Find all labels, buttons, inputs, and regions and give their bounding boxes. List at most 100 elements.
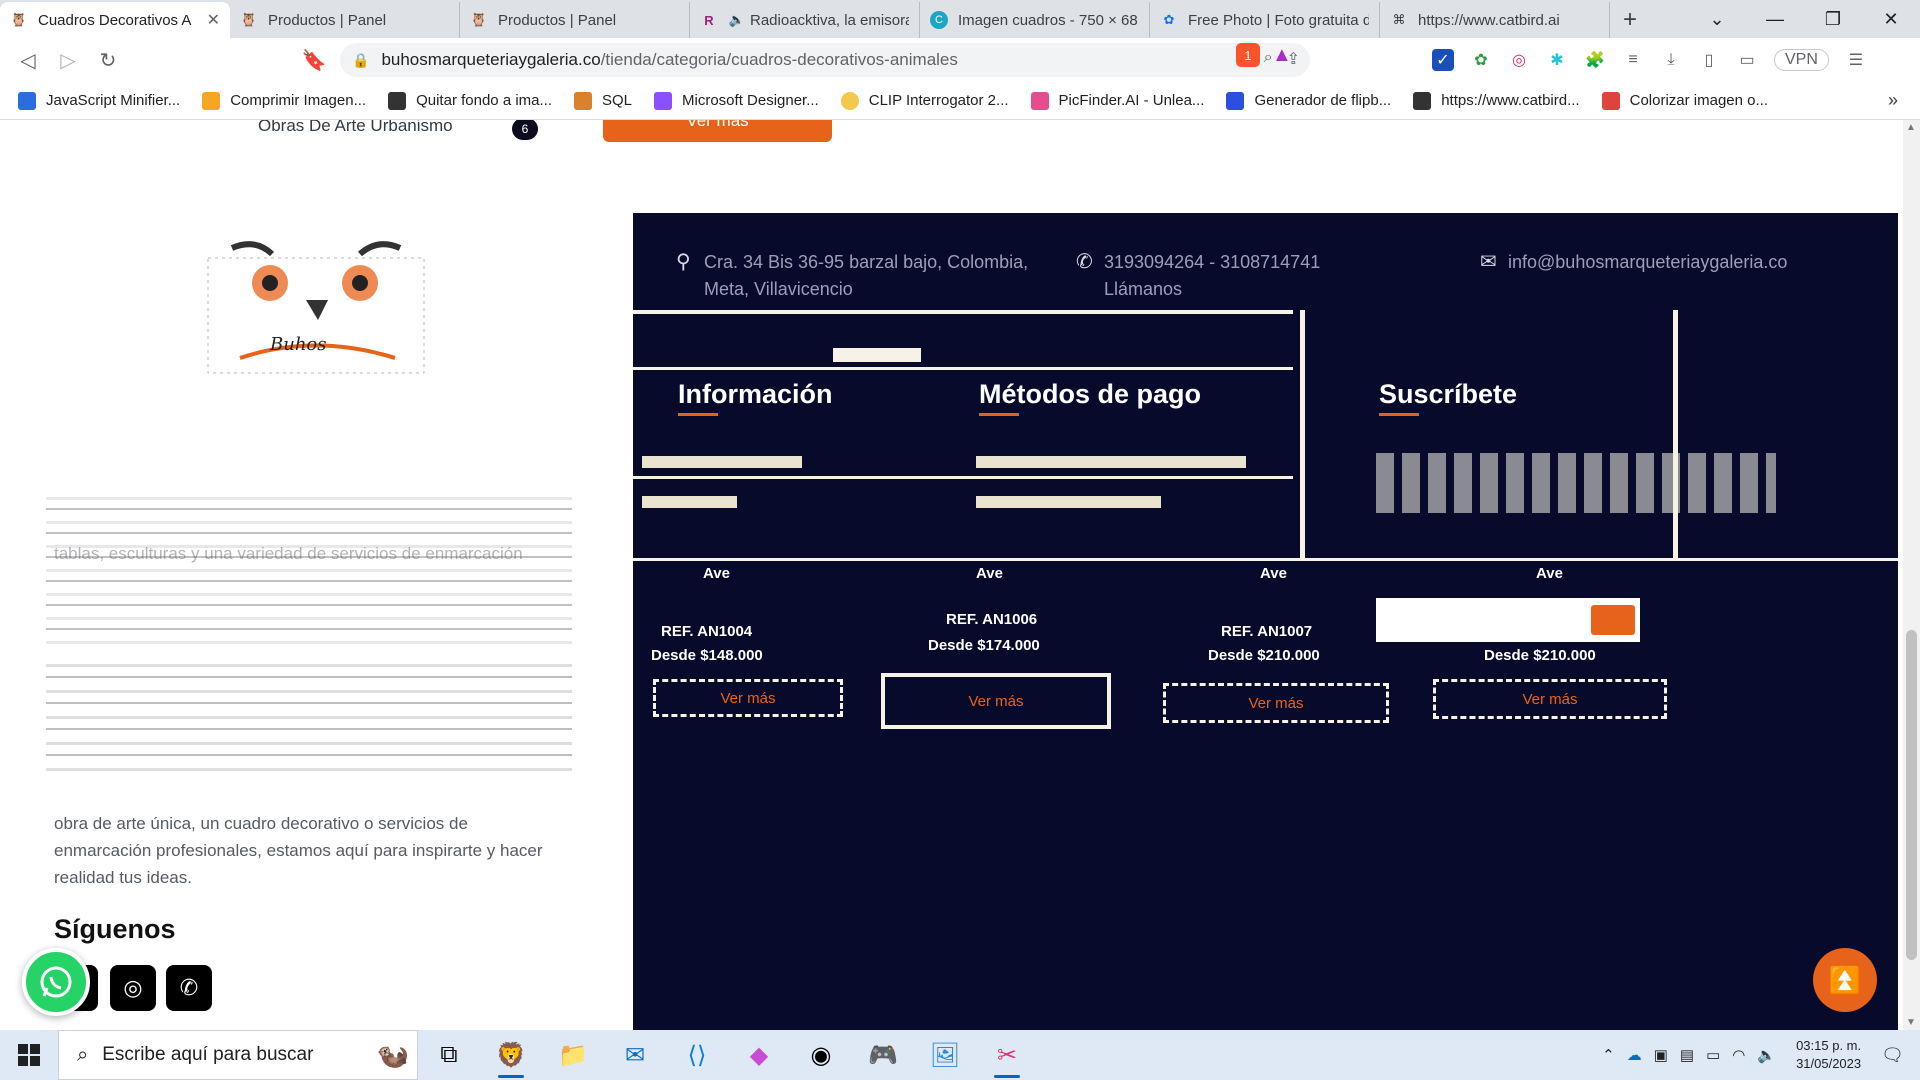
steam-button[interactable]: ◉ <box>790 1030 852 1080</box>
bookmark-item[interactable]: https://www.catbird... <box>1413 91 1580 110</box>
product-ver-mas-button[interactable]: Ver más <box>653 679 843 717</box>
glitch-block <box>1376 453 1776 513</box>
task-view-button[interactable]: ⧉ <box>418 1030 480 1080</box>
gift-extension-icon[interactable]: ✿ <box>1470 49 1492 71</box>
system-tray: ⌃ ☁ ▣ ▤ ▭ ◠ 🔈 03:15 p. m. 31/05/2023 🗨 <box>1596 1030 1920 1080</box>
back-button[interactable]: ◁ <box>8 42 48 78</box>
taskbar-search-box[interactable]: ⌕ Escribe aquí para buscar 🦦 <box>58 1030 418 1080</box>
product-ver-mas-button[interactable]: Ver más <box>1163 683 1389 723</box>
brave-rewards-icon[interactable]: ▲ <box>1272 44 1292 67</box>
speaker-icon[interactable]: 🔈 <box>728 11 746 29</box>
browser-tab[interactable]: ⌘ https://www.catbird.ai <box>1380 2 1610 38</box>
minimize-button[interactable]: — <box>1746 0 1804 38</box>
extensions-puzzle-icon[interactable]: 🧩 <box>1584 49 1606 71</box>
tab-search-icon[interactable]: ⌄ <box>1688 0 1746 38</box>
forward-button[interactable]: ▷ <box>48 42 88 78</box>
bookmarks-bar: JavaScript Minifier... Comprimir Imagen.… <box>0 82 1920 120</box>
wallet-icon[interactable]: ▭ <box>1736 49 1758 71</box>
follow-heading: Síguenos <box>54 914 176 944</box>
product-ver-mas-button[interactable]: Ver más <box>881 673 1111 729</box>
scroll-to-top-button[interactable]: ⏫ <box>1813 948 1877 1012</box>
more-bookmarks-icon[interactable]: » <box>1888 90 1898 111</box>
mail-button[interactable]: ✉ <box>604 1030 666 1080</box>
whatsapp-floating-button[interactable] <box>22 948 90 1016</box>
bookmark-favicon-icon <box>1413 91 1432 110</box>
sidebar-icon[interactable]: ▯ <box>1698 49 1720 71</box>
about-text-line: tablas, esculturas y una variedad de ser… <box>54 544 523 563</box>
browser-tab[interactable]: 🦉 Productos | Panel <box>230 2 460 38</box>
battery-icon[interactable]: ▭ <box>1706 1046 1720 1064</box>
tab-title: https://www.catbird.ai <box>1418 11 1560 29</box>
checkmark-extension-icon[interactable]: ✓ <box>1432 49 1454 71</box>
bookmark-icon[interactable]: 🔖 <box>294 42 334 78</box>
browser-tab[interactable]: R 🔈 Radioacktiva, la emisora <box>690 2 920 38</box>
whatsapp-social-button[interactable]: ✆ <box>166 965 212 1011</box>
menu-icon[interactable]: ☰ <box>1845 49 1867 71</box>
maximize-button[interactable]: ❐ <box>1804 0 1862 38</box>
glitch-block <box>976 496 1161 508</box>
bookmark-item[interactable]: PicFinder.AI - Unlea... <box>1030 91 1205 110</box>
device-icon[interactable]: ▣ <box>1654 1046 1668 1064</box>
git-app-button[interactable]: ◆ <box>728 1030 790 1080</box>
svg-text:Buhos: Buhos <box>269 334 327 355</box>
scrollbar-thumb[interactable] <box>1906 630 1917 960</box>
email-link[interactable]: info@buhosmarqueteriaygaleria.co <box>1508 249 1787 276</box>
lock-icon[interactable]: 🔒 <box>352 52 369 69</box>
phone-numbers[interactable]: 3193094264 - 3108714741 <box>1104 249 1320 276</box>
browser-tab[interactable]: 🦉 Productos | Panel <box>460 2 690 38</box>
puzzle-color-extension-icon[interactable]: ✱ <box>1546 49 1568 71</box>
phone-call-label: Llámanos <box>1104 279 1183 299</box>
browser-tab[interactable]: ✿ Free Photo | Foto gratuita d <box>1150 2 1380 38</box>
playlist-icon[interactable]: ≡ <box>1622 49 1644 71</box>
ver-mas-button[interactable]: Ver más <box>603 120 832 142</box>
reload-button[interactable]: ↻ <box>88 42 128 78</box>
brave-taskbar-button[interactable]: 🦁 <box>480 1030 542 1080</box>
address-bar[interactable]: 🔒 buhosmarqueteriaygaleria.co/tienda/cat… <box>340 43 1310 77</box>
bookmark-item[interactable]: CLIP Interrogator 2... <box>840 91 1009 110</box>
category-link[interactable]: Obras De Arte Urbanismo <box>258 120 453 136</box>
bookmark-label: PicFinder.AI - Unlea... <box>1058 92 1205 109</box>
notifications-icon[interactable]: 🗨 <box>1881 1045 1904 1066</box>
bookmark-item[interactable]: JavaScript Minifier... <box>18 91 180 110</box>
bookmark-item[interactable]: Comprimir Imagen... <box>202 91 366 110</box>
page-scrollbar[interactable]: ▲ ▼ <box>1903 120 1920 1030</box>
subscribe-send-button[interactable] <box>1591 605 1635 635</box>
bookmark-item[interactable]: Quitar fondo a ima... <box>388 91 552 110</box>
product-ref: REF. AN1007 <box>1221 623 1313 640</box>
browser-toolbar: ◁ ▷ ↻ 🔖 🔒 buhosmarqueteriaygaleria.co/ti… <box>0 38 1920 82</box>
show-hidden-icons-icon[interactable]: ⌃ <box>1602 1046 1615 1064</box>
scroll-down-arrow-icon[interactable]: ▼ <box>1906 1017 1916 1028</box>
vpn-button[interactable]: VPN <box>1774 49 1829 71</box>
photos-button[interactable]: 🖼 <box>914 1030 976 1080</box>
bookmark-item[interactable]: Generador de flipb... <box>1226 91 1391 110</box>
bookmark-item[interactable]: Colorizar imagen o... <box>1601 91 1768 110</box>
snipping-tool-button[interactable]: ✂ <box>976 1030 1038 1080</box>
close-tab-icon[interactable]: ✕ <box>207 10 220 30</box>
start-button[interactable] <box>0 1030 58 1080</box>
taskbar-clock[interactable]: 03:15 p. m. 31/05/2023 <box>1796 1037 1861 1073</box>
bookmark-item[interactable]: Microsoft Designer... <box>654 91 819 110</box>
phone-contact: ✆ 3193094264 - 3108714741 Llámanos <box>1076 249 1320 303</box>
camera-icon[interactable]: ▤ <box>1680 1046 1694 1064</box>
close-window-button[interactable]: ✕ <box>1862 0 1920 38</box>
browser-tab[interactable]: C Imagen cuadros - 750 × 68 <box>920 2 1150 38</box>
brave-shield-icon[interactable]: 1 <box>1236 43 1260 67</box>
file-explorer-button[interactable]: 📁 <box>542 1030 604 1080</box>
circle-extension-icon[interactable]: ◎ <box>1508 49 1530 71</box>
vscode-button[interactable]: ⟨⟩ <box>666 1030 728 1080</box>
canva-favicon-icon: C <box>930 11 948 29</box>
scroll-up-arrow-icon[interactable]: ▲ <box>1906 122 1916 133</box>
bookmark-item[interactable]: SQL <box>574 91 632 110</box>
volume-icon[interactable]: 🔈 <box>1757 1046 1776 1064</box>
about-text-glitch <box>46 660 572 780</box>
instagram-button[interactable]: ◎ <box>110 965 156 1011</box>
wifi-icon[interactable]: ◠ <box>1732 1046 1745 1064</box>
browser-tab[interactable]: 🦉 Cuadros Decorativos A ✕ <box>0 2 230 38</box>
download-icon[interactable]: ⤓ <box>1660 49 1682 71</box>
new-tab-button[interactable]: + <box>1610 2 1650 38</box>
tab-title: Productos | Panel <box>498 11 617 29</box>
discord-button[interactable]: 🎮 <box>852 1030 914 1080</box>
owl-favicon-icon: 🦉 <box>240 12 258 27</box>
product-ver-mas-button[interactable]: Ver más <box>1433 679 1667 719</box>
onedrive-icon[interactable]: ☁ <box>1627 1046 1642 1064</box>
